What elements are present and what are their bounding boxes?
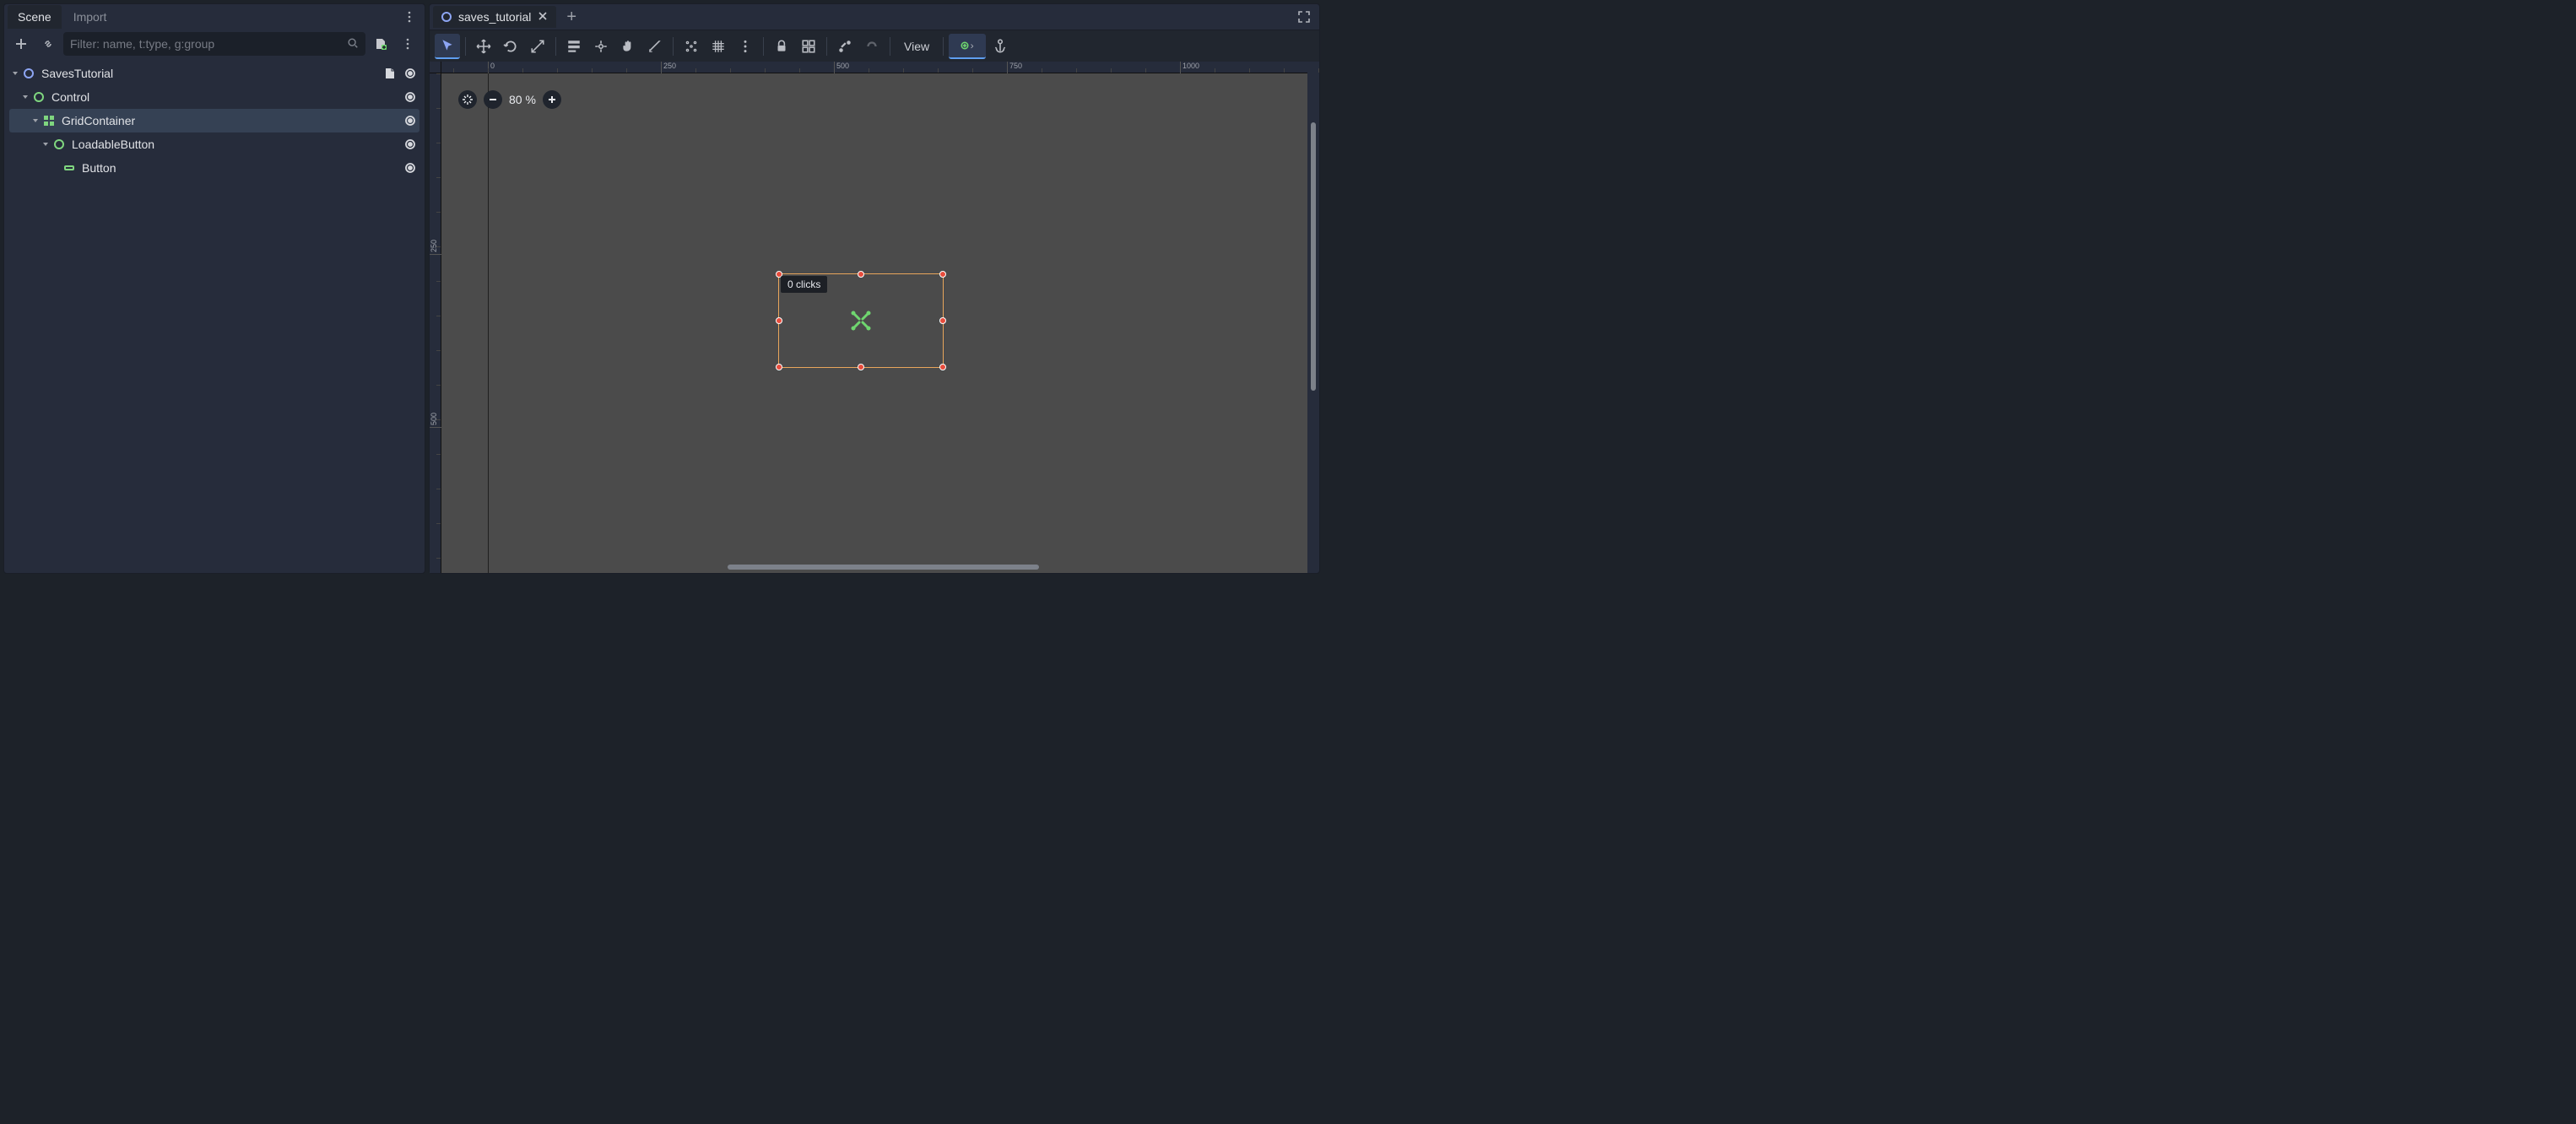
scene-panel: Scene Import [3,3,425,574]
link-scene-button[interactable] [36,32,60,56]
tree-row[interactable]: SavesTutorial [9,62,419,85]
rotate-tool[interactable] [498,34,523,59]
filter-input[interactable] [70,37,342,51]
ruler-tick: 1000 [1180,62,1199,73]
handle-e[interactable] [939,317,946,324]
bone-tool[interactable] [832,34,858,59]
script-icon[interactable] [382,66,398,81]
more-menu-icon[interactable] [396,32,419,56]
expand-icon[interactable] [1292,5,1316,29]
center-view-button[interactable] [458,90,477,109]
scale-tool[interactable] [525,34,550,59]
tree-row[interactable]: Button [9,156,419,180]
scrollbar-horizontal[interactable] [441,565,1307,571]
button-green-icon [62,160,77,176]
select-tool[interactable] [435,34,460,59]
pivot-cross-icon [848,308,874,333]
snap-options-icon[interactable] [733,34,758,59]
scene-toolbar [4,30,425,58]
grid-green-icon [41,113,57,128]
tree-row[interactable]: GridContainer [9,109,419,132]
lock-toggle[interactable] [769,34,794,59]
handle-sw[interactable] [776,364,782,370]
snap-toggle[interactable] [679,34,704,59]
tree-node-label: Control [51,90,403,104]
add-node-button[interactable] [9,32,33,56]
move-tool[interactable] [471,34,496,59]
circle-green-icon [31,89,46,105]
canvas-area: 0 250 500 750 1000 250 500 80 % [430,62,1319,573]
tree-caret-icon[interactable] [9,69,21,78]
visibility-icon[interactable] [403,137,418,152]
viewport[interactable]: 80 % [441,73,1307,573]
new-tab-button[interactable]: + [560,8,583,27]
attach-script-button[interactable] [369,32,392,56]
handle-ne[interactable] [939,271,946,278]
doc-tab-current[interactable]: saves_tutorial [433,6,556,28]
zoom-label[interactable]: 80 % [509,93,536,106]
visibility-icon[interactable] [403,89,418,105]
origin-guide [488,73,489,573]
tree-node-label: SavesTutorial [41,67,382,80]
grid-snap-toggle[interactable] [706,34,731,59]
ruler-tick: 250 [430,240,441,255]
handle-w[interactable] [776,317,782,324]
tab-scene[interactable]: Scene [8,5,62,29]
ruler-tick: 500 [430,413,441,428]
pivot-tool[interactable] [588,34,614,59]
visibility-icon[interactable] [403,66,418,81]
zoom-out-button[interactable] [484,90,502,109]
ruler-tick: 500 [834,62,849,73]
view-menu[interactable]: View [896,40,938,53]
tree-node-label: GridContainer [62,114,403,127]
ruler-tick: 750 [1007,62,1022,73]
left-tabs: Scene Import [4,4,425,30]
ruler-tick: 0 [488,62,495,73]
visibility-icon[interactable] [403,113,418,128]
scrollbar-vertical[interactable] [1311,73,1318,561]
ruler-horizontal[interactable]: 0 250 500 750 1000 [441,62,1307,73]
scene-icon [441,12,452,22]
pan-tool[interactable] [615,34,641,59]
circle-blue-icon [21,66,36,81]
editor-panel: saves_tutorial + [429,3,1320,574]
visibility-icon[interactable] [403,160,418,176]
zoom-in-button[interactable] [543,90,561,109]
ruler-corner [430,62,441,73]
circle-green-icon [51,137,67,152]
search-icon [347,37,359,51]
anchor-preset-button[interactable] [949,34,986,59]
override-camera-icon[interactable] [859,34,885,59]
scene-tree: SavesTutorial Control GridContainer Loadabl… [4,58,425,573]
tab-import[interactable]: Import [63,5,117,29]
ruler-tick: 250 [661,62,676,73]
handle-se[interactable] [939,364,946,370]
tree-node-label: Button [82,161,403,175]
handle-n[interactable] [858,271,864,278]
tree-caret-icon[interactable] [19,93,31,101]
handle-s[interactable] [858,364,864,370]
kebab-menu-icon[interactable] [398,5,421,29]
editor-toolbar: View [430,30,1319,62]
list-select-tool[interactable] [561,34,587,59]
doc-tabs: saves_tutorial + [430,4,1319,30]
ruler-tool[interactable] [642,34,668,59]
ruler-vertical[interactable]: 250 500 [430,73,441,573]
anchor-icon[interactable] [988,34,1013,59]
tree-row[interactable]: LoadableButton [9,132,419,156]
tree-caret-icon[interactable] [30,116,41,125]
zoom-controls: 80 % [458,90,561,109]
close-tab-icon[interactable] [538,10,548,24]
filter-input-wrap [63,32,365,56]
group-toggle[interactable] [796,34,821,59]
tree-caret-icon[interactable] [40,140,51,149]
tree-node-label: LoadableButton [72,138,403,151]
tooltip: 0 clicks [781,276,827,293]
doc-tab-label: saves_tutorial [458,10,531,24]
tree-row[interactable]: Control [9,85,419,109]
selection-box[interactable]: 0 clicks [778,273,944,368]
